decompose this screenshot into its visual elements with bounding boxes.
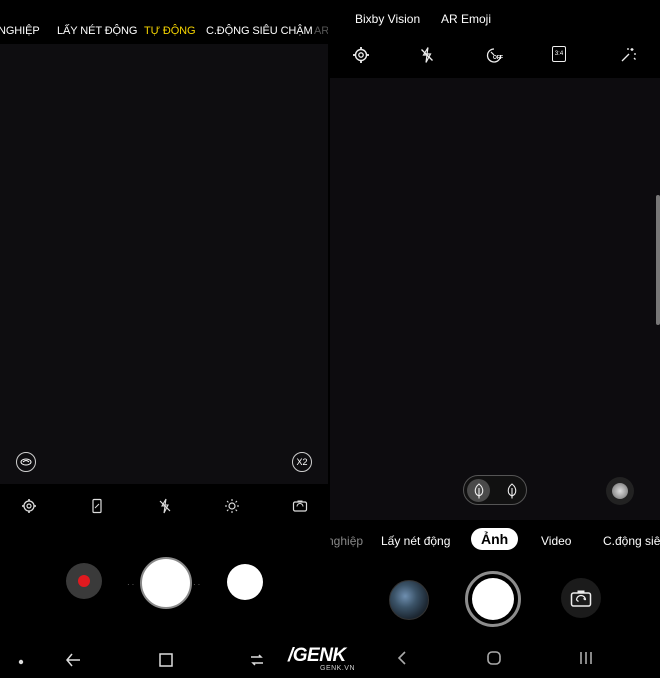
mode-video[interactable]: Video bbox=[541, 534, 571, 548]
settings-icon[interactable] bbox=[352, 46, 370, 64]
divider-dots: ·· bbox=[127, 580, 137, 589]
mode-super-slow-mo[interactable]: C.động siêu bbox=[603, 534, 660, 548]
leaf-icon bbox=[507, 482, 516, 498]
zoom-button[interactable] bbox=[606, 477, 634, 505]
bokeh-off-button[interactable] bbox=[500, 479, 523, 502]
recents-icon[interactable] bbox=[578, 650, 594, 666]
back-icon[interactable] bbox=[396, 650, 408, 666]
shutter-button[interactable] bbox=[140, 557, 192, 609]
mode-pro[interactable]: nghiệp bbox=[330, 534, 363, 548]
tab-bixby-vision[interactable]: Bixby Vision bbox=[355, 12, 420, 26]
nav-dot bbox=[18, 652, 24, 676]
mode-ar[interactable]: AR bbox=[314, 25, 328, 37]
aspect-ratio-icon[interactable] bbox=[89, 498, 105, 514]
quick-settings-bar bbox=[0, 484, 328, 528]
timer-off-button[interactable]: OFF bbox=[485, 46, 503, 64]
bokeh-toggle bbox=[463, 475, 527, 505]
home-icon[interactable] bbox=[157, 648, 175, 672]
record-dot bbox=[78, 575, 90, 587]
bokeh-on-button[interactable] bbox=[467, 479, 490, 502]
filter-toggle-button[interactable] bbox=[16, 452, 36, 472]
switch-camera-icon bbox=[570, 590, 592, 607]
gallery-thumbnail[interactable] bbox=[389, 580, 429, 620]
gallery-button[interactable] bbox=[227, 564, 263, 600]
timer-label: OFF bbox=[493, 55, 503, 61]
camera-preview bbox=[330, 78, 660, 520]
recents-icon[interactable] bbox=[248, 648, 266, 672]
divider-dots: ·· bbox=[193, 580, 203, 589]
brightness-icon[interactable] bbox=[224, 498, 240, 514]
watermark-domain: GENK.VN bbox=[320, 665, 356, 672]
leaf-icon bbox=[474, 482, 483, 498]
flash-off-icon[interactable] bbox=[418, 46, 436, 64]
ratio-3-4-icon[interactable]: 3:4 bbox=[552, 46, 566, 62]
shutter-button[interactable] bbox=[465, 571, 521, 627]
mode-live-focus[interactable]: Lấy nét động bbox=[381, 534, 450, 548]
right-camera-screen: Bixby Vision AR Emoji OFF 3:4 nghiệp Lấy… bbox=[330, 0, 660, 678]
mode-photo[interactable]: Ảnh bbox=[471, 528, 519, 550]
mode-live-focus[interactable]: LẤY NÉT ĐỘNG bbox=[57, 25, 137, 37]
switch-camera-button[interactable] bbox=[561, 578, 601, 618]
left-camera-screen: NGHIỆP LẤY NÉT ĐỘNG TỰ ĐỘNG C.ĐỘNG SIÊU … bbox=[0, 0, 328, 678]
effects-icon[interactable] bbox=[619, 46, 637, 64]
back-icon[interactable] bbox=[64, 648, 82, 672]
camera-preview bbox=[0, 44, 328, 484]
shutter-fill bbox=[472, 578, 514, 620]
mode-super-slow-mo[interactable]: C.ĐỘNG SIÊU CHẬM bbox=[206, 25, 313, 37]
flash-off-icon[interactable] bbox=[157, 498, 173, 514]
mode-pro[interactable]: NGHIỆP bbox=[0, 25, 40, 37]
settings-icon[interactable] bbox=[21, 498, 37, 514]
top-bar: Bixby Vision AR Emoji OFF 3:4 bbox=[330, 0, 660, 78]
tab-ar-emoji[interactable]: AR Emoji bbox=[441, 12, 491, 26]
lens-icon bbox=[612, 483, 628, 499]
home-icon[interactable] bbox=[486, 650, 502, 666]
eye-icon bbox=[20, 458, 32, 466]
watermark-brand: /GENK bbox=[288, 645, 346, 666]
switch-camera-icon[interactable] bbox=[292, 498, 308, 514]
mode-auto[interactable]: TỰ ĐỘNG bbox=[144, 25, 196, 37]
watermark: /GENK GENK.VN bbox=[288, 645, 378, 675]
edge-panel-handle[interactable] bbox=[656, 195, 660, 325]
record-button[interactable] bbox=[66, 563, 102, 599]
zoom-button[interactable]: X2 bbox=[292, 452, 312, 472]
mode-bar: NGHIỆP LẤY NÉT ĐỘNG TỰ ĐỘNG C.ĐỘNG SIÊU … bbox=[0, 0, 328, 44]
